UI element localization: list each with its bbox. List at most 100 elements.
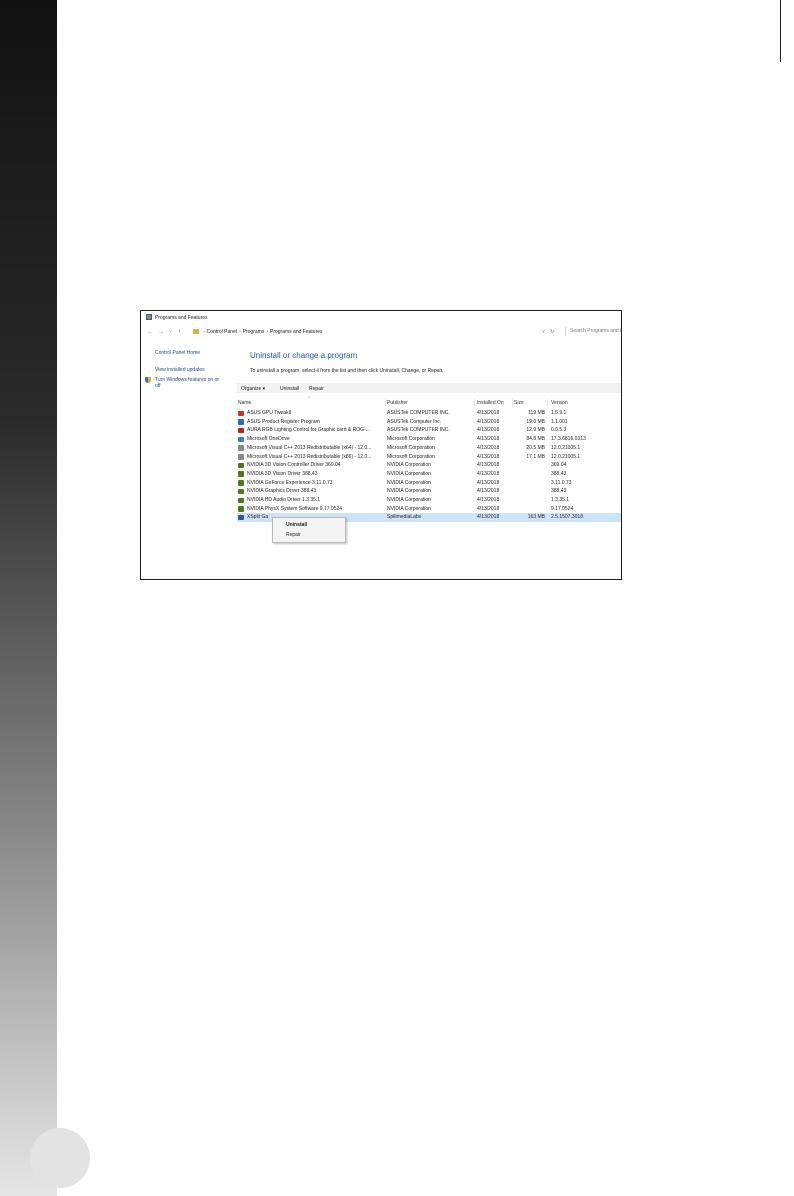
table-row[interactable]: Microsoft Visual C++ 2013 Redistributabl… bbox=[237, 453, 621, 462]
program-installed-on: 4/13/2018 bbox=[477, 470, 500, 477]
search-input[interactable]: Search Programs and Features bbox=[565, 327, 621, 336]
table-row[interactable]: ASUS GPU TweakII ASUSTek COMPUTER INC. 4/1… bbox=[237, 409, 621, 418]
program-installed-on: 4/13/2018 bbox=[477, 418, 500, 425]
table-row[interactable]: Microsoft OneDrive Microsoft Corporation 4… bbox=[237, 435, 621, 444]
program-publisher: Microsoft Corporation bbox=[387, 444, 435, 451]
address-bar: ← → ˅ ↑ › Control Panel › Programs › Programs… bbox=[141, 327, 621, 337]
program-version: 388.43 bbox=[551, 488, 567, 495]
program-version: 388.43 bbox=[551, 470, 567, 477]
program-version: 12.0.21005.1 bbox=[551, 453, 581, 460]
column-header-size[interactable]: Size bbox=[514, 400, 524, 406]
program-name: Microsoft OneDrive bbox=[247, 436, 290, 443]
program-installed-on: 4/13/2018 bbox=[477, 453, 500, 460]
table-row[interactable]: NVIDIA GeForce Experience 3.11.0.73 NVIDI… bbox=[237, 479, 621, 488]
program-version: 0.0.5.3 bbox=[551, 427, 567, 434]
program-name: AURA RGB Lighting Control for Graphic ca… bbox=[247, 427, 370, 434]
sidebar: Control Panel Home View installed update… bbox=[141, 337, 235, 579]
table-row[interactable]: NVIDIA PhysX System Software 9.17.0524 NV… bbox=[237, 505, 621, 514]
program-installed-on: 4/13/2018 bbox=[477, 497, 500, 503]
program-version: 3.11.0.73 bbox=[551, 479, 572, 486]
program-installed-on: 4/13/2018 bbox=[477, 444, 500, 451]
control-panel-home-link[interactable]: Control Panel Home bbox=[155, 350, 200, 356]
program-publisher: ASUSTek COMPUTER INC. bbox=[387, 427, 450, 434]
table-row[interactable]: Microsoft Visual C++ 2013 Redistributabl… bbox=[237, 444, 621, 453]
program-publisher: Microsoft Corporation bbox=[387, 436, 435, 443]
program-installed-on: 4/13/2018 bbox=[477, 427, 500, 434]
program-name: NVIDIA 3D Vision Driver 388.43 bbox=[247, 470, 318, 477]
programs-and-features-window: Programs and Features ← → ˅ ↑ › Control P… bbox=[140, 310, 622, 580]
breadcrumb-control-panel[interactable]: Control Panel bbox=[207, 329, 237, 335]
asus-register-icon bbox=[238, 419, 244, 425]
onedrive-icon bbox=[238, 436, 244, 443]
nvidia-icon bbox=[238, 462, 244, 469]
program-installed-on: 4/13/2018 bbox=[477, 514, 500, 521]
view-installed-updates-link[interactable]: View installed updates bbox=[155, 367, 205, 373]
table-row[interactable]: NVIDIA 3D Vision Driver 388.43 NVIDIA Cor… bbox=[237, 470, 621, 479]
uninstall-button[interactable]: Uninstall bbox=[280, 386, 299, 392]
windows-features-link-continued[interactable]: off bbox=[155, 383, 160, 389]
program-version: 2.5.1507.3018 bbox=[551, 514, 583, 521]
table-row[interactable]: NVIDIA 3D Vision Controller Driver 369.0… bbox=[237, 461, 621, 470]
sort-indicator-icon: ˄ bbox=[308, 394, 311, 399]
program-version: 369.04 bbox=[551, 462, 567, 469]
program-publisher: NVIDIA Corporation bbox=[387, 488, 431, 495]
aura-rgb-icon bbox=[238, 427, 244, 434]
xsplit-icon bbox=[238, 514, 244, 521]
table-row[interactable]: NVIDIA HD Audio Driver 1.3.35.1 NVIDIA Co… bbox=[237, 496, 621, 505]
page-side-strip bbox=[0, 0, 57, 1196]
column-header-publisher[interactable]: Publisher bbox=[387, 400, 408, 406]
program-version: 12.0.21005.1 bbox=[551, 444, 581, 451]
program-publisher: ASUSTek COMPUTER INC. bbox=[387, 410, 450, 416]
visual-cpp-icon bbox=[238, 454, 244, 460]
program-name: Microsoft Visual C++ 2013 Redistributabl… bbox=[247, 453, 372, 460]
organize-button[interactable]: Organize ▾ bbox=[241, 386, 265, 392]
shield-icon bbox=[145, 377, 151, 383]
context-menu: Uninstall Repair bbox=[272, 517, 346, 543]
program-publisher: NVIDIA Corporation bbox=[387, 505, 431, 512]
program-size: 17.1 MB bbox=[526, 453, 545, 460]
refresh-icon[interactable]: ↻ bbox=[550, 328, 554, 336]
recent-locations-icon[interactable]: ˅ bbox=[169, 328, 172, 336]
page-subtitle: To uninstall a program, select it from t… bbox=[250, 368, 444, 374]
breadcrumb-programs-and-features[interactable]: Programs and Features bbox=[270, 329, 323, 335]
program-installed-on: 4/13/2018 bbox=[477, 505, 500, 512]
program-name: NVIDIA GeForce Experience 3.11.0.73 bbox=[247, 479, 333, 486]
page-number-tab bbox=[30, 1128, 90, 1188]
column-divider bbox=[385, 399, 386, 406]
program-size: 84.8 MB bbox=[526, 436, 545, 443]
table-row[interactable]: AURA RGB Lighting Control for Graphic ca… bbox=[237, 426, 621, 435]
forward-arrow-icon[interactable]: → bbox=[158, 328, 164, 336]
breadcrumb-separator: › bbox=[266, 329, 268, 335]
context-menu-repair[interactable]: Repair bbox=[286, 532, 301, 538]
context-menu-uninstall[interactable]: Uninstall bbox=[286, 522, 307, 528]
back-arrow-icon[interactable]: ← bbox=[147, 328, 153, 336]
program-name: NVIDIA PhysX System Software 9.17.0524 bbox=[247, 505, 343, 512]
program-publisher: NVIDIA Corporation bbox=[387, 470, 431, 477]
column-header-version[interactable]: Version bbox=[551, 400, 568, 406]
up-arrow-icon[interactable]: ↑ bbox=[178, 328, 181, 336]
table-row[interactable]: NVIDIA Graphics Driver 388.43 NVIDIA Corp… bbox=[237, 487, 621, 496]
column-divider bbox=[547, 399, 548, 406]
repair-button[interactable]: Repair bbox=[309, 386, 324, 392]
program-version: 9.17.0524 bbox=[551, 505, 574, 512]
program-publisher: ASUSTek Computer Inc. bbox=[387, 418, 442, 425]
control-panel-icon bbox=[146, 314, 152, 320]
program-publisher: NVIDIA Corporation bbox=[387, 497, 431, 503]
breadcrumb-programs[interactable]: Programs bbox=[243, 329, 265, 335]
asus-gpu-tweak-icon bbox=[238, 410, 244, 417]
program-publisher: Microsoft Corporation bbox=[387, 453, 435, 460]
program-name: Microsoft Visual C++ 2013 Redistributabl… bbox=[247, 444, 372, 451]
program-size: 12.9 MB bbox=[526, 427, 545, 434]
table-row[interactable]: ASUS Product Register Program ASUSTek Com… bbox=[237, 418, 621, 427]
program-installed-on: 4/13/2018 bbox=[477, 410, 500, 416]
column-header-name[interactable]: Name bbox=[238, 400, 251, 406]
column-header-installed-on[interactable]: Installed On bbox=[477, 400, 504, 406]
windows-features-link[interactable]: Turn Windows features on or bbox=[155, 377, 219, 383]
program-name: NVIDIA HD Audio Driver 1.3.35.1 bbox=[247, 497, 321, 503]
address-dropdown-icon[interactable]: ˅ bbox=[542, 328, 545, 336]
nvidia-icon bbox=[238, 497, 244, 504]
program-publisher: NVIDIA Corporation bbox=[387, 462, 431, 469]
program-version: 1.1.001 bbox=[551, 418, 568, 425]
breadcrumb-separator: › bbox=[238, 329, 241, 335]
program-name: ASUS Product Register Program bbox=[247, 418, 320, 425]
